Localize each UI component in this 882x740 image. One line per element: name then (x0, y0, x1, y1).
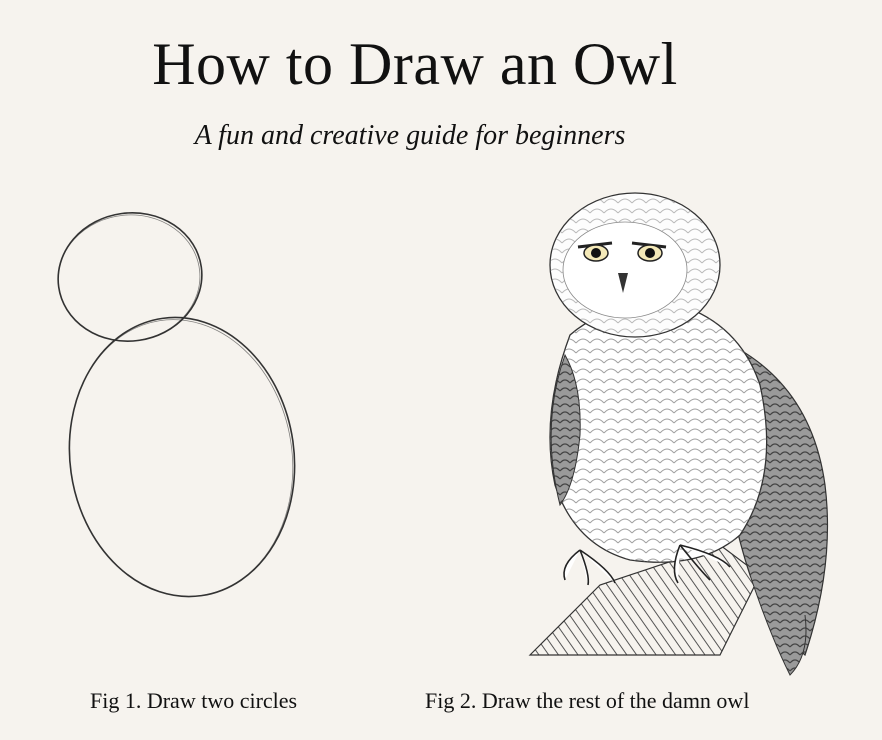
owl-illustration-icon (528, 192, 829, 676)
fig1-caption: Fig 1. Draw two circles (90, 688, 298, 713)
page-subtitle: A fun and creative guide for beginners (194, 120, 626, 151)
two-circles-sketch-icon (57, 212, 296, 598)
fig2-caption: Fig 2. Draw the rest of the damn owl (425, 688, 750, 713)
body-oval (68, 316, 296, 598)
facial-disk (562, 221, 688, 319)
page-title: How to Draw an Owl (152, 31, 678, 97)
owl-body-feathers (550, 304, 767, 563)
body-oval-sketch-line (68, 319, 294, 597)
head-circle-sketch-line (57, 214, 201, 342)
page: How to Draw an Owl A fun and creative gu… (0, 0, 882, 740)
